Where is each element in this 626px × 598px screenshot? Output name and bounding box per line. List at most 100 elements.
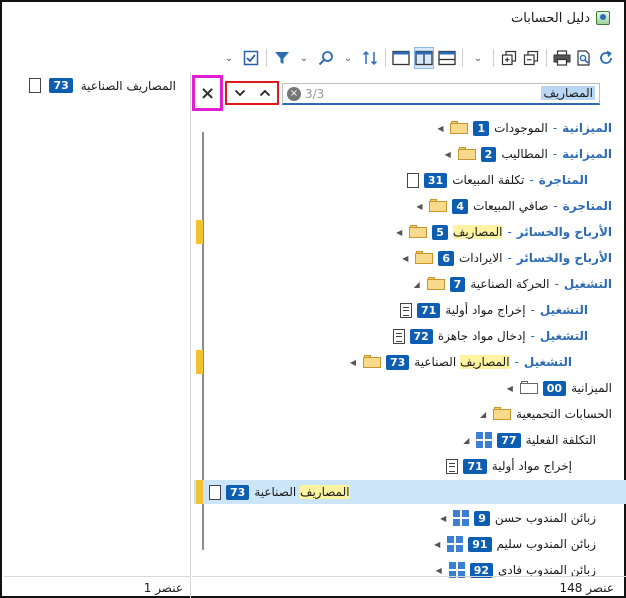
toolbar: ⌄ ⌄ ⌄ ⌄ — [220, 46, 620, 70]
selected-item[interactable]: 73 المصاريف الصناعية — [29, 78, 176, 93]
folder-icon — [519, 381, 538, 395]
account-number-badge: 2 — [480, 146, 497, 162]
tree-row[interactable]: ◀ 1 الموجودات - الميزانية — [435, 116, 626, 140]
document-icon — [29, 78, 42, 93]
category-separator: - — [529, 173, 534, 187]
account-name: المطاليب — [501, 147, 548, 161]
search-icon[interactable] — [317, 47, 335, 69]
category-separator: - — [507, 251, 512, 265]
expand-toggle-icon[interactable]: ◀ — [394, 228, 404, 237]
category-separator: - — [507, 225, 512, 239]
expand-toggle-icon[interactable]: ◀ — [435, 124, 445, 133]
document-icon — [209, 484, 221, 500]
search-bar: × × 3/3 المصاريف — [192, 72, 626, 112]
layout-horizontal-icon[interactable] — [438, 47, 456, 69]
folder-body — [429, 201, 448, 212]
tree-row[interactable]: ◢ 7 الحركة الصناعية - التشغيل — [412, 272, 626, 296]
filter-dropdown-icon[interactable]: ⌄ — [295, 47, 313, 69]
account-number-badge: 71 — [416, 302, 441, 318]
folder-body — [457, 149, 476, 160]
checkbox-dropdown-icon[interactable]: ⌄ — [220, 47, 238, 69]
match-marker[interactable] — [196, 350, 203, 374]
document-icon — [392, 328, 405, 344]
expand-toggle-icon[interactable]: ◢ — [478, 410, 488, 419]
search-highlight: المصاريف — [300, 485, 350, 499]
category-separator: - — [554, 277, 559, 291]
clear-search-icon[interactable]: × — [287, 87, 301, 101]
close-search-button[interactable]: × — [192, 75, 223, 111]
account-name: المصاريف الصناعية — [254, 485, 350, 499]
tree-row[interactable]: ◀ 5 المصاريف - الأرباح والخسائر — [394, 220, 626, 244]
chevron-up-icon[interactable] — [259, 86, 271, 101]
print-icon[interactable] — [553, 47, 571, 69]
tree-row[interactable]: ◢ 77 التكلفة الفعلية — [461, 428, 626, 452]
filter-icon[interactable] — [273, 47, 291, 69]
expand-toggle-icon[interactable]: ◀ — [434, 566, 444, 575]
tree-row[interactable]: 72 إدخال مواد جاهزة - التشغيل — [378, 324, 626, 348]
match-marker[interactable] — [196, 480, 203, 504]
layout-vertical-icon[interactable] — [392, 47, 410, 69]
expand-toggle-icon[interactable]: ◢ — [461, 436, 471, 445]
sort-icon[interactable] — [361, 47, 379, 69]
account-name: الايرادات — [458, 251, 503, 265]
search-dropdown-icon[interactable]: ⌄ — [339, 47, 357, 69]
grid-cell — [457, 562, 465, 569]
account-number-badge: 73 — [226, 484, 250, 500]
checkbox-icon[interactable] — [242, 47, 260, 69]
tree-row[interactable]: ◀ 6 الايرادات - الأرباح والخسائر — [400, 246, 626, 270]
folder-body — [519, 383, 538, 394]
account-name: الموجودات — [494, 121, 548, 135]
expand-toggle-icon[interactable]: ◀ — [348, 358, 358, 367]
tree-row[interactable]: ◀ 91 زبائن المندوب سليم — [432, 532, 626, 556]
search-highlight: المصاريف — [452, 225, 503, 239]
folder-icon — [450, 121, 469, 135]
account-name: الحسابات التجميعية — [516, 407, 612, 421]
account-number-badge: 4 — [452, 198, 469, 214]
grid-cell — [485, 441, 493, 448]
chevron-down-icon[interactable] — [234, 86, 246, 101]
folder-icon — [457, 147, 476, 161]
folder-icon — [409, 225, 428, 239]
preview-icon[interactable] — [575, 47, 593, 69]
expand-toggle-icon[interactable]: ◀ — [414, 202, 424, 211]
account-category: المتاجرة — [562, 199, 612, 213]
expand-toggle-icon[interactable]: ◀ — [438, 514, 448, 523]
grid-cell — [485, 432, 493, 439]
tree-row[interactable]: ◀ 00 الميزانية — [505, 376, 626, 400]
expand-toggle-icon[interactable]: ◢ — [412, 280, 422, 289]
expand-icon[interactable] — [500, 47, 518, 69]
category-separator: - — [530, 329, 535, 343]
grid-icon — [476, 432, 493, 448]
account-number-badge: 77 — [497, 432, 521, 448]
tree-row[interactable]: ◀ 4 صافي المبيعات - المتاجرة — [414, 194, 626, 218]
view-dropdown-icon[interactable]: ⌄ — [469, 47, 487, 69]
category-separator: - — [514, 355, 519, 369]
folder-icon — [429, 199, 448, 213]
tree-row[interactable]: 71 إخراج مواد أولية - التشغيل — [385, 298, 626, 322]
tree-row[interactable]: ◀ 73 المصاريف الصناعية - التشغيل — [348, 350, 626, 374]
expand-toggle-icon[interactable]: ◀ — [400, 254, 410, 263]
layout-split-icon[interactable] — [414, 47, 434, 69]
tree-row[interactable]: ◀ 2 المطاليب - الميزانية — [443, 142, 626, 166]
tree-row[interactable]: 73 المصاريف الصناعية — [194, 480, 626, 504]
tree-row[interactable]: ◢ الحسابات التجميعية — [478, 402, 626, 426]
expand-toggle-icon[interactable]: ◀ — [432, 540, 442, 549]
match-marker[interactable] — [196, 220, 203, 244]
toolbar-divider — [462, 49, 463, 67]
expand-toggle-icon[interactable]: ◀ — [505, 384, 515, 393]
account-number-badge: 31 — [423, 172, 448, 188]
refresh-icon[interactable] — [597, 47, 615, 69]
title-bar: دليل الحسابات — [511, 8, 610, 28]
tree-row[interactable]: 31 تكلفة المبيعات - المتاجرة — [392, 168, 626, 192]
search-highlight: المصاريف — [459, 355, 510, 369]
collapse-icon[interactable] — [522, 47, 540, 69]
account-number-badge: 73 — [385, 354, 410, 370]
search-input[interactable]: × 3/3 المصاريف — [282, 83, 600, 105]
account-name: المصاريف الصناعية — [80, 78, 176, 93]
grid-cell — [447, 545, 455, 552]
expand-toggle-icon[interactable]: ◀ — [443, 150, 453, 159]
account-name: المصاريف الصناعية — [414, 355, 510, 369]
tree-row[interactable]: 71 إخراج مواد أولية — [431, 454, 626, 478]
account-number-badge: 00 — [542, 380, 567, 396]
tree-row[interactable]: ◀ 9 زبائن المندوب حسن — [438, 506, 626, 530]
